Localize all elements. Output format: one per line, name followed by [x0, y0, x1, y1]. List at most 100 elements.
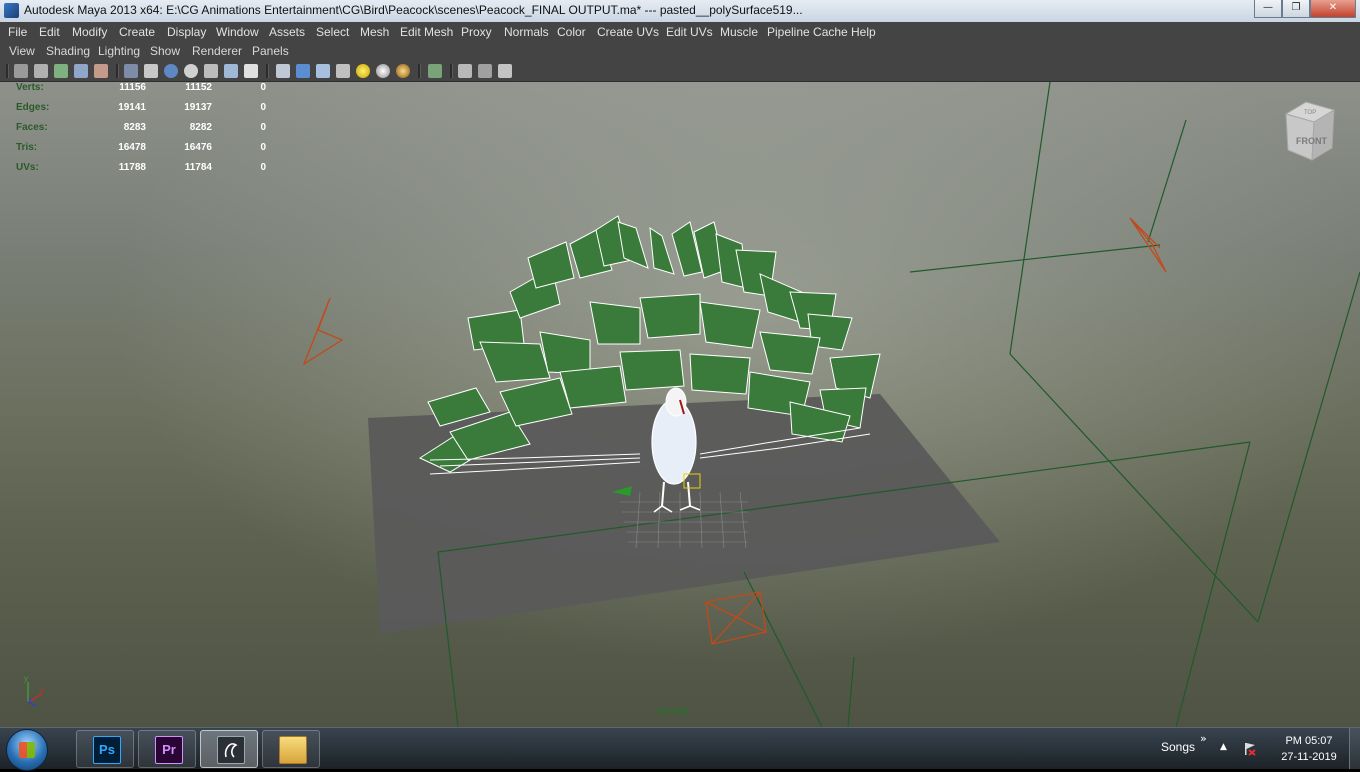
- panel-menu-show[interactable]: Show: [150, 44, 180, 58]
- hud-value-selected: 8282: [189, 122, 212, 133]
- checker-icon[interactable]: [336, 64, 350, 78]
- menu-select[interactable]: Select: [316, 25, 349, 39]
- panel-menu-lighting[interactable]: Lighting: [98, 44, 140, 58]
- hud-label: Tris:: [16, 142, 38, 153]
- taskbar-maya[interactable]: [200, 730, 258, 768]
- gate-mask-icon[interactable]: [478, 64, 492, 78]
- panel-toolbar: [0, 61, 1360, 82]
- taskbar-explorer[interactable]: [262, 730, 320, 768]
- hud-label: Edges:: [16, 102, 50, 113]
- minimize-button[interactable]: —: [1254, 0, 1282, 18]
- menu-mesh[interactable]: Mesh: [360, 25, 389, 39]
- hud-row-verts: Verts: 11156 11152 0: [16, 82, 266, 102]
- maya-app-icon: [4, 3, 19, 18]
- menu-create-uvs[interactable]: Create UVs: [597, 25, 659, 39]
- menu-proxy[interactable]: Proxy: [461, 25, 492, 39]
- view-cube[interactable]: TOP FRONT: [1282, 100, 1336, 162]
- tray-expand-chevron-icon[interactable]: »: [1200, 732, 1207, 745]
- menu-color[interactable]: Color: [557, 25, 586, 39]
- axis-z-label: z: [28, 696, 32, 705]
- isolate-select-icon[interactable]: [428, 64, 442, 78]
- hud-label: UVs:: [16, 162, 39, 173]
- panel-menu-panels[interactable]: Panels: [252, 44, 289, 58]
- tray-songs-label[interactable]: Songs: [1161, 740, 1195, 754]
- menu-edit-uvs[interactable]: Edit UVs: [666, 25, 713, 39]
- image-plane-icon[interactable]: [74, 64, 88, 78]
- cube-shaded-icon[interactable]: [296, 64, 310, 78]
- menu-window[interactable]: Window: [216, 25, 259, 39]
- menu-assets[interactable]: Assets: [269, 25, 305, 39]
- shadows-icon[interactable]: [396, 64, 410, 78]
- premiere-icon: Pr: [155, 736, 183, 764]
- flat-shade-icon[interactable]: [184, 64, 198, 78]
- perspective-viewport[interactable]: Verts: 11156 11152 0 Edges: 19141 19137 …: [0, 82, 1360, 727]
- panel-menu-bar: View Shading Lighting Show Renderer Pane…: [0, 42, 1360, 61]
- start-button[interactable]: [6, 729, 48, 771]
- hud-toggle-icon[interactable]: [498, 64, 512, 78]
- menu-modify[interactable]: Modify: [72, 25, 107, 39]
- axis-y-label: y: [24, 674, 28, 683]
- hud-label: Verts:: [16, 82, 44, 93]
- hud-value-selected: 11152: [185, 82, 212, 93]
- panel-menu-shading[interactable]: Shading: [46, 44, 90, 58]
- show-hidden-icons-icon[interactable]: ▲: [1220, 742, 1227, 752]
- hud-value-selected: 16476: [184, 142, 212, 153]
- hud-value-total: 11156: [119, 82, 146, 93]
- main-menu-bar: File Edit Modify Create Display Window A…: [0, 22, 1360, 43]
- panel-menu-renderer[interactable]: Renderer: [192, 44, 242, 58]
- close-button[interactable]: ✕: [1310, 0, 1356, 18]
- cube-wire-icon[interactable]: [276, 64, 290, 78]
- title-bar: Autodesk Maya 2013 x64: E:\CG Animations…: [0, 0, 1360, 23]
- smooth-shade-icon[interactable]: [164, 64, 178, 78]
- maya-icon: [217, 736, 245, 764]
- toolbar-separator: [266, 64, 269, 78]
- menu-pipeline-cache[interactable]: Pipeline Cache: [767, 25, 848, 39]
- hud-row-edges: Edges: 19141 19137 0: [16, 102, 266, 122]
- action-center-flag-icon[interactable]: [1243, 741, 1257, 756]
- xray-icon[interactable]: [204, 64, 218, 78]
- axis-x-label: x: [40, 686, 44, 695]
- show-desktop-button[interactable]: [1349, 728, 1360, 769]
- hud-label: Faces:: [16, 122, 48, 133]
- uv-texture-icon[interactable]: [224, 64, 238, 78]
- hud-row-faces: Faces: 8283 8282 0: [16, 122, 266, 142]
- menu-display[interactable]: Display: [167, 25, 206, 39]
- maximize-button[interactable]: ❐: [1282, 0, 1310, 18]
- camera-name-label: persp: [658, 705, 688, 717]
- windows-taskbar: Ps Pr Songs » ▲ PM 05:07 27-11-2019: [0, 727, 1360, 771]
- taskbar-photoshop[interactable]: Ps: [76, 730, 134, 768]
- hud-value-other: 0: [260, 142, 266, 153]
- toolbar-separator: [450, 64, 453, 78]
- resolution-gate-icon[interactable]: [458, 64, 472, 78]
- default-light-icon[interactable]: [356, 64, 370, 78]
- menu-edit[interactable]: Edit: [39, 25, 60, 39]
- bookmarks-icon[interactable]: [54, 64, 68, 78]
- select-camera-icon[interactable]: [14, 64, 28, 78]
- hud-value-other: 0: [260, 122, 266, 133]
- all-lights-icon[interactable]: [376, 64, 390, 78]
- view-cube-top-label: TOP: [1304, 110, 1316, 116]
- taskbar-premiere[interactable]: Pr: [138, 730, 196, 768]
- menu-edit-mesh[interactable]: Edit Mesh: [400, 25, 453, 39]
- view-cube-front-label: FRONT: [1296, 136, 1327, 146]
- menu-help[interactable]: Help: [851, 25, 876, 39]
- menu-normals[interactable]: Normals: [504, 25, 549, 39]
- hud-value-selected: 19137: [184, 102, 212, 113]
- grid-icon[interactable]: [144, 64, 158, 78]
- window-controls: — ❐ ✕: [1254, 0, 1356, 18]
- clock-time: PM 05:07: [1285, 735, 1333, 747]
- menu-muscle[interactable]: Muscle: [720, 25, 758, 39]
- two-d-pan-zoom-icon[interactable]: [94, 64, 108, 78]
- wireframe-icon[interactable]: [124, 64, 138, 78]
- hud-value-total: 11788: [118, 162, 146, 173]
- menu-create[interactable]: Create: [119, 25, 155, 39]
- toolbar-separator: [418, 64, 421, 78]
- hud-value-selected: 11784: [184, 162, 212, 173]
- menu-file[interactable]: File: [8, 25, 27, 39]
- photoshop-icon: Ps: [93, 736, 121, 764]
- text-resolution-icon[interactable]: [244, 64, 258, 78]
- panel-menu-view[interactable]: View: [9, 44, 35, 58]
- camera-attributes-icon[interactable]: [34, 64, 48, 78]
- system-clock[interactable]: PM 05:07 27-11-2019: [1270, 733, 1348, 765]
- cube-textured-icon[interactable]: [316, 64, 330, 78]
